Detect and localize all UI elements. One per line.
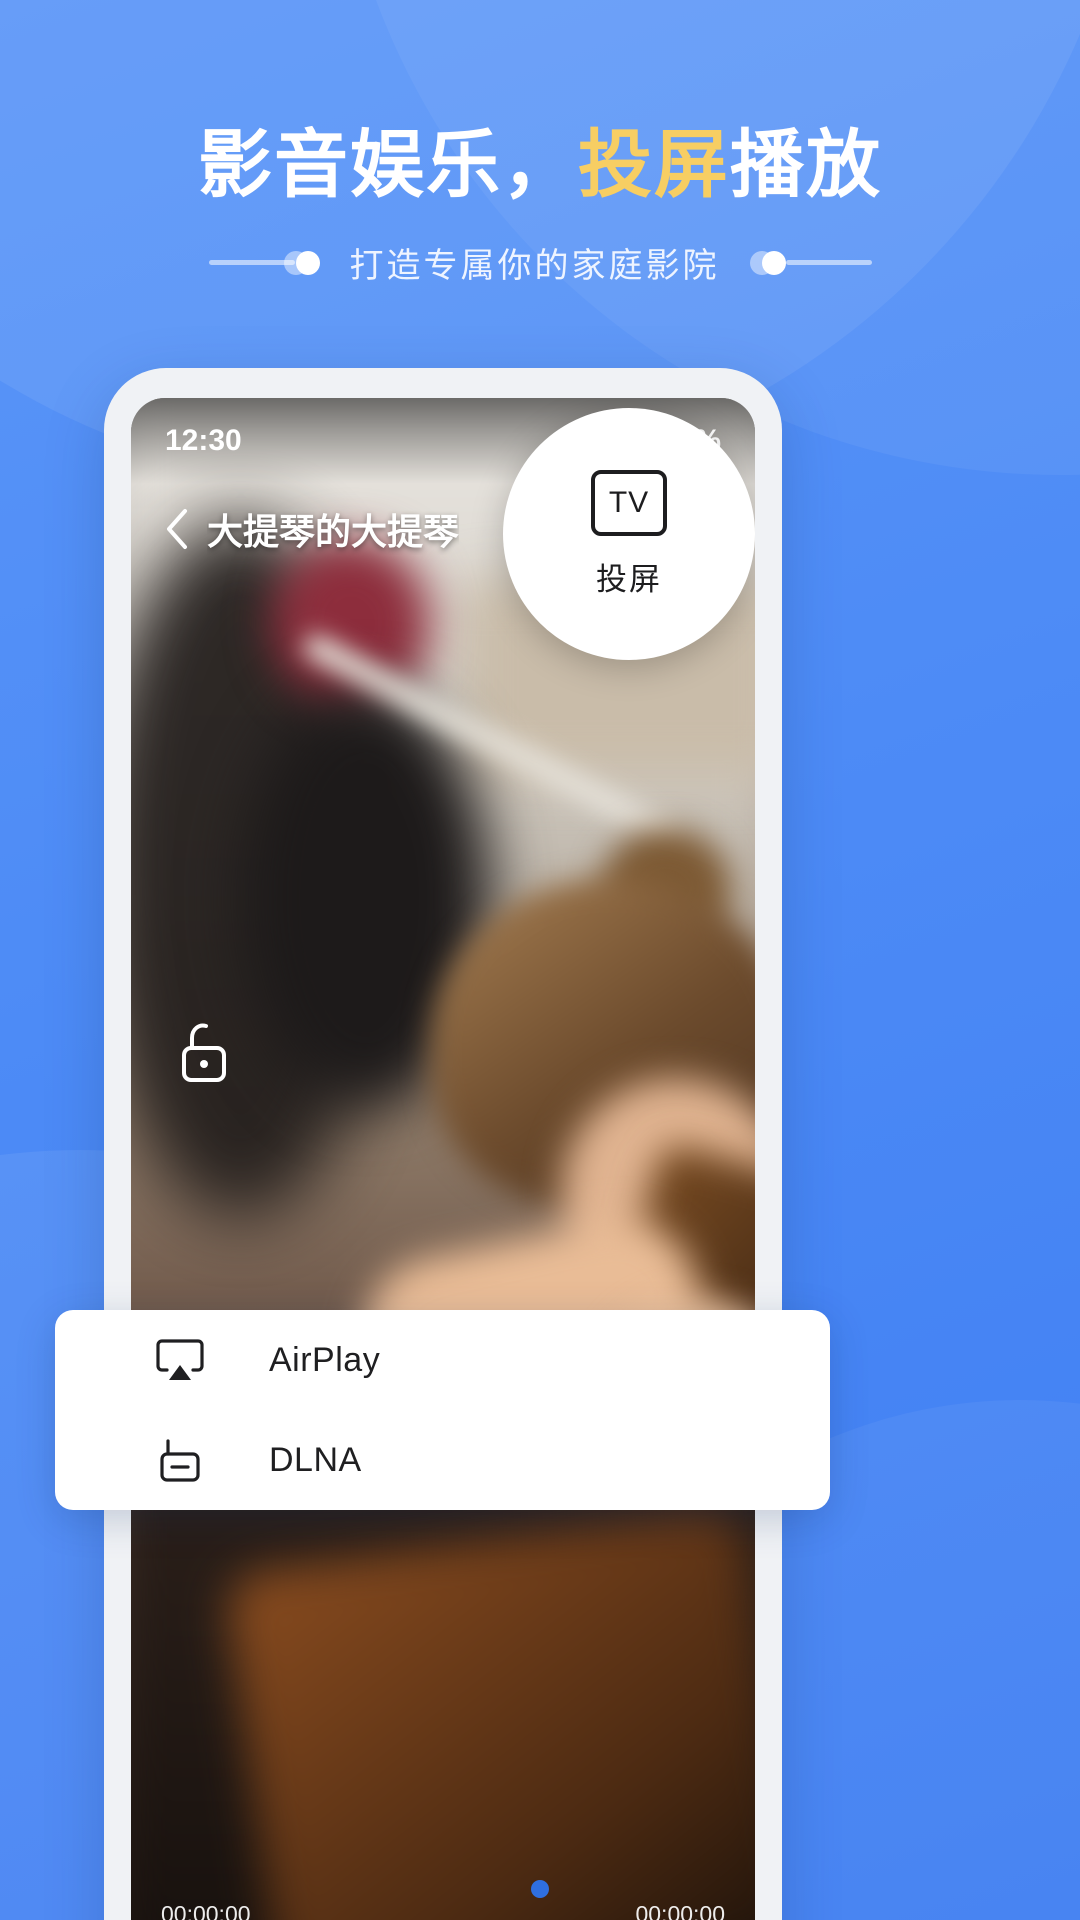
subtitle-decoration-right <box>749 250 872 275</box>
deco-bar-right <box>785 260 872 265</box>
page-title: 影音娱乐，投屏播放 <box>0 128 1080 202</box>
subtitle-decoration-left <box>208 250 320 275</box>
cast-device-sheet: AirPlay DLNA <box>55 1310 830 1510</box>
cast-button-label: 投屏 <box>596 561 662 597</box>
page-indicator <box>0 1880 1080 1898</box>
subtitle-row: 打造专属你的家庭影院 <box>0 238 1080 287</box>
cast-option-dlna[interactable]: DLNA <box>55 1410 830 1510</box>
status-bar-time: 12:30 <box>165 424 242 457</box>
headline-part-2: 播放 <box>730 123 882 206</box>
cast-spotlight-highlight[interactable]: TV 投屏 <box>503 408 755 660</box>
phone-screen: 12:30 100% 大提琴的大提琴 i 00:00:0 <box>131 398 755 1920</box>
cast-option-label: AirPlay <box>269 1340 381 1379</box>
page-dot-active[interactable] <box>531 1880 549 1898</box>
player-time-current: 00:00:00 <box>161 1900 251 1920</box>
headline-part-1: 影音娱乐， <box>198 123 578 206</box>
player-time-total: 00:00:00 <box>635 1900 725 1920</box>
phone-mockup: 12:30 100% 大提琴的大提琴 i 00:00:0 <box>104 368 782 1920</box>
cast-option-airplay[interactable]: AirPlay <box>55 1310 830 1410</box>
dlna-icon <box>155 1436 205 1486</box>
headline-accent: 投屏 <box>578 123 730 206</box>
deco-dot-right <box>761 250 786 275</box>
deco-bar-left <box>208 260 295 265</box>
promo-header: 影音娱乐，投屏播放 打造专属你的家庭影院 <box>0 128 1080 287</box>
chevron-left-icon[interactable] <box>157 509 197 549</box>
airplay-icon <box>155 1335 205 1385</box>
video-scene-cello-lower <box>222 1503 755 1920</box>
page-subtitle: 打造专属你的家庭影院 <box>349 247 720 285</box>
video-title: 大提琴的大提琴 <box>207 511 460 552</box>
tv-icon: TV <box>591 469 667 536</box>
deco-dot-left <box>295 250 320 275</box>
cast-option-label: DLNA <box>269 1441 362 1479</box>
unlock-icon[interactable] <box>173 1018 235 1090</box>
